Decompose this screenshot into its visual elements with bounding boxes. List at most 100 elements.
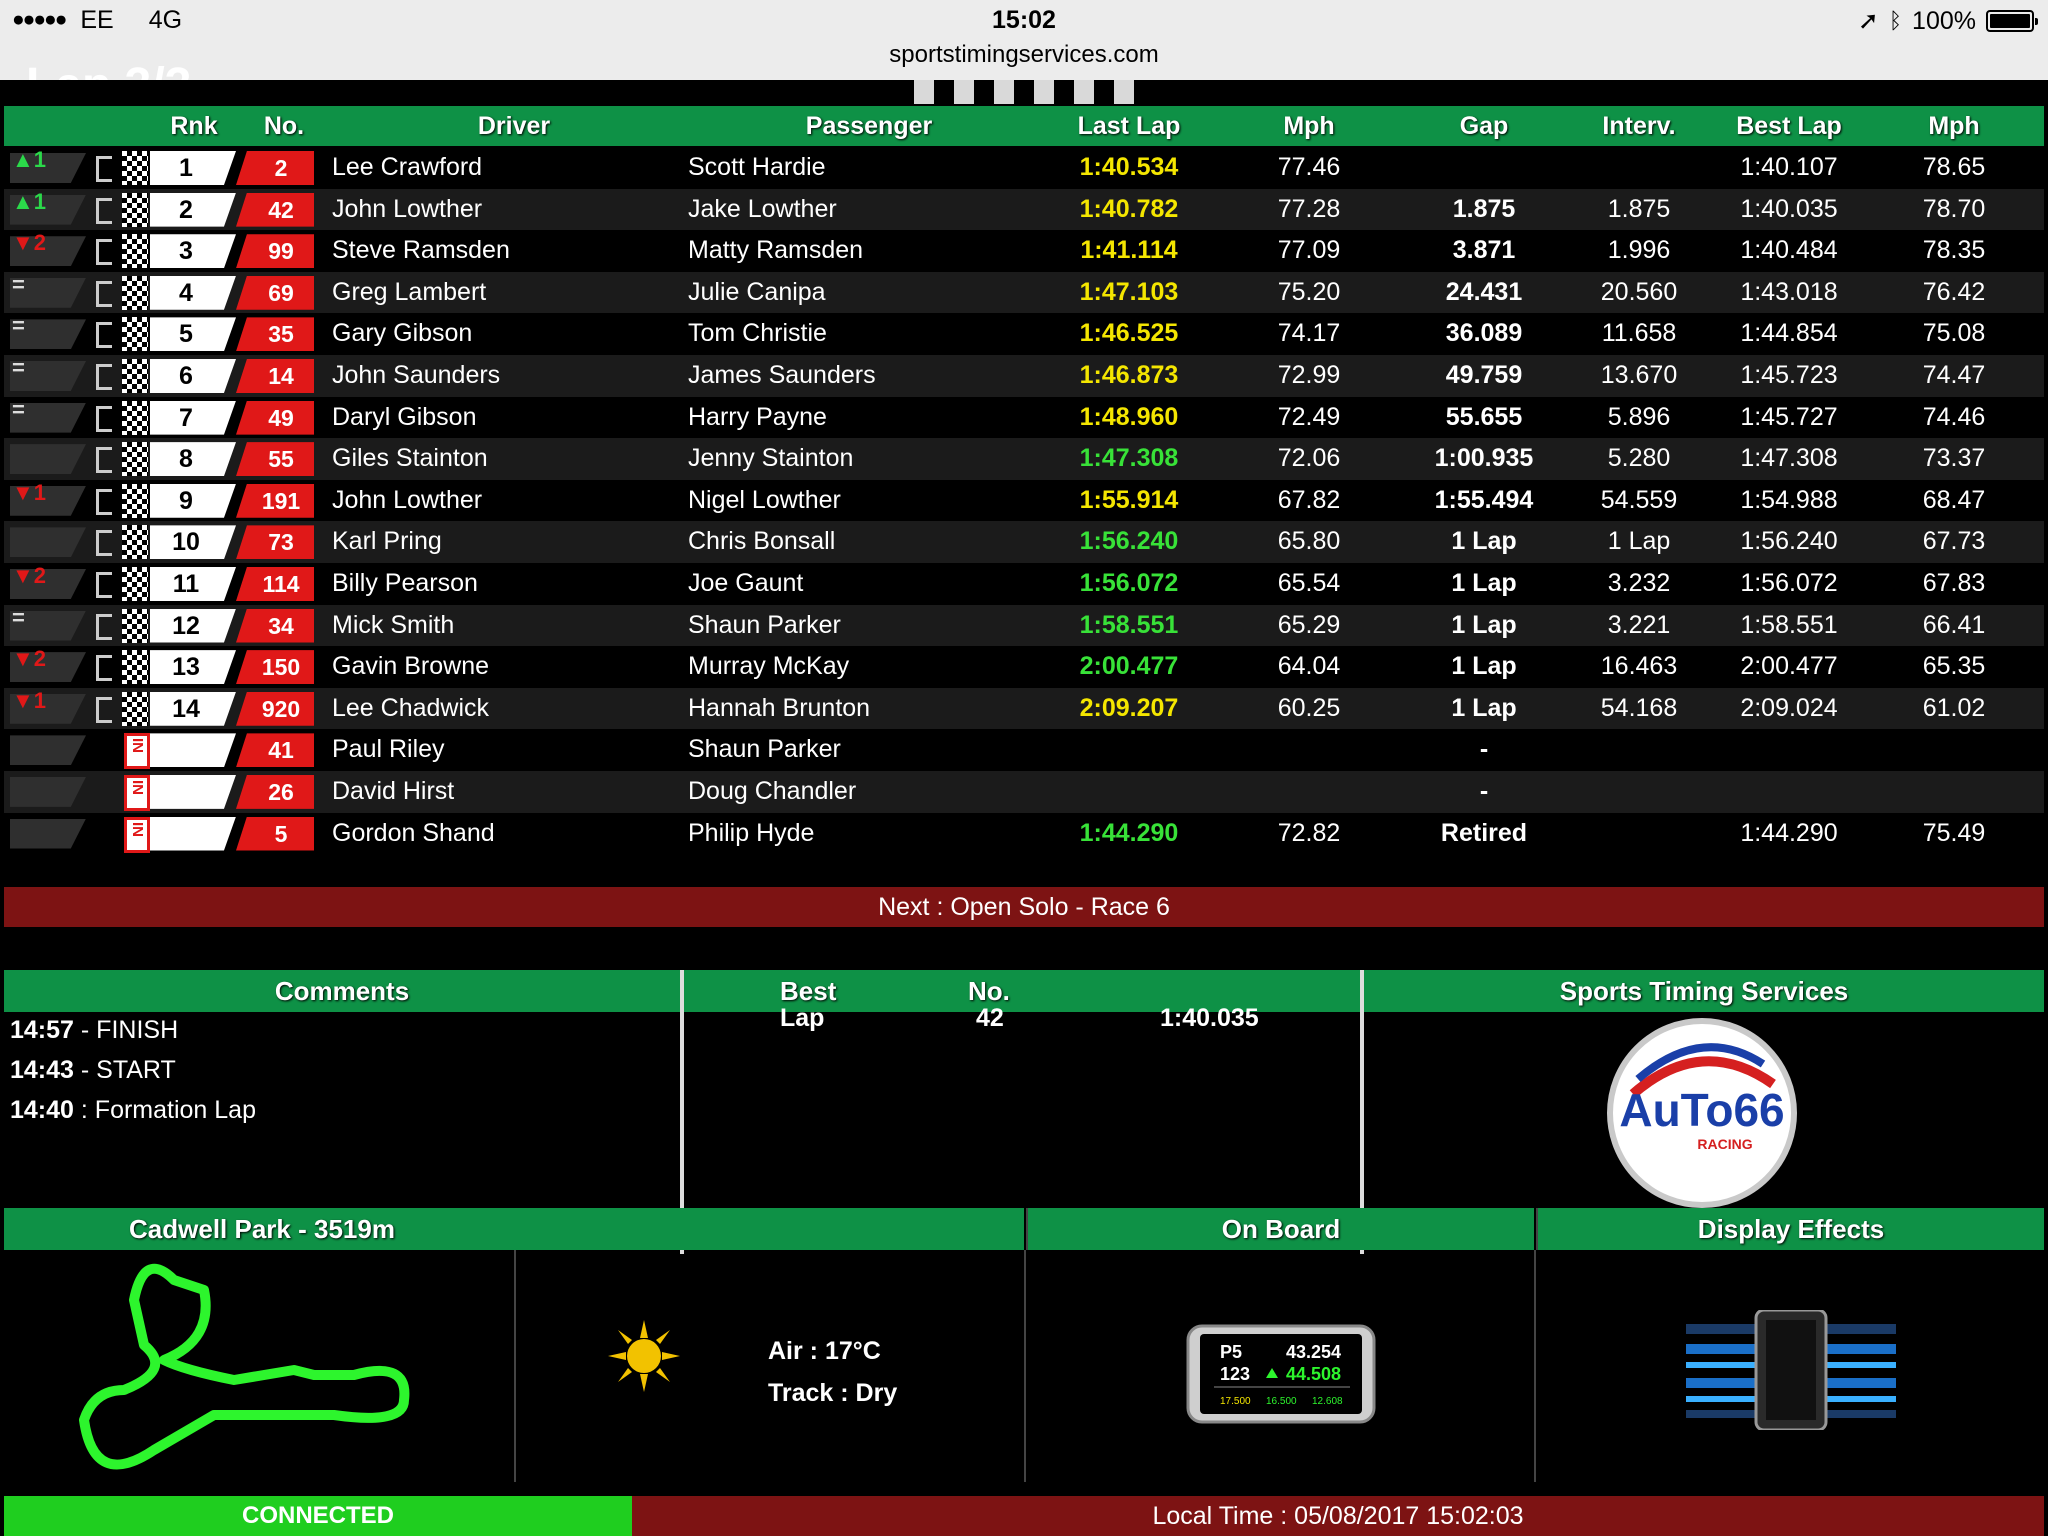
driver-name: Gary Gibson: [332, 319, 473, 348]
table-row: = 6 14 John Saunders James Saunders 1:46.873 7…: [4, 354, 2044, 397]
logo-subtitle: RACING: [1697, 1136, 1752, 1152]
interval: 5.896: [1607, 402, 1671, 431]
rank-box: 12: [150, 608, 236, 643]
display-effects-panel[interactable]: [1536, 1250, 2044, 1482]
best-lap-time: [1714, 771, 1864, 813]
car-number: 920: [236, 691, 314, 726]
last-lap-time: 1:44.290: [1079, 818, 1179, 847]
best-lap-mph: 67.83: [1922, 568, 1986, 597]
rank-box: 14: [150, 691, 236, 726]
in-pit-label: IN: [129, 738, 146, 754]
bracket-marker: [96, 239, 112, 266]
header-mph: Mph: [1283, 112, 1335, 140]
bracket-marker: [96, 280, 112, 307]
car-number: 150: [236, 650, 314, 685]
best-lap-time: 1:40.484: [1740, 236, 1838, 265]
interval: 1.996: [1607, 236, 1671, 265]
driver-name: John Lowther: [332, 485, 483, 514]
comments-header: Comments: [4, 970, 680, 1012]
best-lap-label: Lap: [780, 1004, 825, 1032]
results-table: ▲1 1 2 Lee Crawford Scott Hardie 1:40.534 77.4…: [4, 147, 2044, 854]
comment-separator: :: [73, 1096, 95, 1124]
comment-text: Formation Lap: [94, 1096, 256, 1124]
chequered-flag-icon: [122, 525, 148, 560]
best-lap-mph: 68.47: [1922, 485, 1986, 514]
position-change: ▼2: [12, 562, 47, 588]
comment-time: 14:57: [10, 1016, 74, 1044]
position-change-marker: [10, 776, 86, 807]
rank-box: [150, 816, 236, 851]
weather-header: [520, 1208, 1024, 1250]
onboard-panel[interactable]: P5 123 43.254 44.508 17.500 16.500 12.60…: [1026, 1250, 1536, 1482]
comment-text: START: [96, 1056, 176, 1084]
header-rnk: Rnk: [170, 112, 218, 140]
interval: [1574, 729, 1704, 771]
last-lap-mph: [1244, 729, 1374, 771]
best-lap-mph: 74.47: [1922, 360, 1986, 389]
track-header: Cadwell Park - 3519m: [4, 1208, 520, 1250]
table-row: = 7 49 Daryl Gibson Harry Payne 1:48.960 72.49…: [4, 397, 2044, 439]
interval: 1.875: [1607, 194, 1671, 223]
in-pit-flag: IN: [124, 774, 150, 811]
last-lap-mph: 77.09: [1277, 236, 1341, 265]
car-number: 49: [236, 400, 314, 435]
passenger-name: Philip Hyde: [688, 818, 815, 847]
best-lap-time: 1:58.551: [1740, 610, 1838, 639]
interval: [1574, 813, 1704, 855]
best-lap-mph: 78.65: [1922, 153, 1986, 181]
chequered-flag-icon: [122, 192, 148, 227]
last-lap-mph: 60.25: [1277, 693, 1341, 722]
table-row: ▼1 14 920 Lee Chadwick Hannah Brunton 2:09.20…: [4, 687, 2044, 730]
url-bar[interactable]: sportstimingservices.com: [0, 41, 2048, 69]
best-lap-time: 1:45.727: [1740, 402, 1838, 431]
last-lap-time: 1:40.534: [1079, 153, 1179, 181]
gap: 49.759: [1445, 360, 1523, 389]
rank-box: 6: [150, 358, 236, 393]
rank-box: 9: [150, 483, 236, 518]
table-row: IN 26 David Hirst Doug Chandler -: [4, 770, 2044, 813]
last-lap-mph: 65.80: [1277, 527, 1341, 556]
car-number: 41: [236, 733, 314, 768]
position-change: =: [12, 313, 25, 339]
last-lap-time: 1:40.782: [1079, 194, 1179, 223]
best-lap-time: 1:56.240: [1740, 527, 1838, 556]
rank-box: 7: [150, 400, 236, 435]
position-change: =: [12, 604, 25, 630]
comment-text: FINISH: [96, 1016, 179, 1044]
gap: Retired: [1440, 818, 1528, 847]
best-lap-mph: 74.46: [1922, 402, 1986, 431]
chequered-flag-icon: [122, 400, 148, 435]
last-lap-time: 1:46.525: [1079, 319, 1179, 348]
last-lap-mph: 64.04: [1277, 652, 1341, 681]
car-number: 42: [236, 192, 314, 227]
header-no: No.: [263, 112, 305, 140]
last-lap-time: 1:46.873: [1079, 360, 1179, 389]
last-lap-mph: 72.49: [1277, 402, 1341, 431]
last-lap-time: 1:47.103: [1079, 277, 1179, 306]
last-lap-mph: 72.99: [1277, 360, 1341, 389]
last-lap-time: 1:56.240: [1079, 527, 1179, 556]
driver-name: John Saunders: [332, 360, 501, 389]
driver-name: Lee Chadwick: [332, 693, 490, 722]
driver-name: David Hirst: [332, 776, 455, 805]
best-lap-mph: 73.37: [1922, 444, 1986, 473]
car-number: 55: [236, 442, 314, 477]
display-effects-icon[interactable]: [1686, 1310, 1896, 1430]
comment-time: 14:40: [10, 1096, 74, 1124]
last-lap-mph: 75.20: [1277, 277, 1341, 306]
car-number: 114: [236, 566, 314, 601]
chequered-flag-icon: [122, 650, 148, 685]
display-effects-header[interactable]: Display Effects: [1536, 1208, 2044, 1250]
chequered-flag-icon: [122, 608, 148, 643]
onboard-car-number: 123: [1220, 1364, 1250, 1384]
onboard-header[interactable]: On Board: [1026, 1208, 1534, 1250]
bracket-marker: [96, 197, 112, 224]
last-lap-time: 2:09.207: [1079, 693, 1179, 722]
header-gap: Gap: [1459, 112, 1509, 140]
onboard-sector-3: 12.608: [1312, 1396, 1343, 1407]
table-row: = 4 69 Greg Lambert Julie Canipa 1:47.103 75.2…: [4, 271, 2044, 314]
table-row: ▲1 2 42 John Lowther Jake Lowther 1:40.782 77.…: [4, 188, 2044, 231]
onboard-phone-icon[interactable]: P5 123 43.254 44.508 17.500 16.500 12.60…: [1186, 1324, 1376, 1424]
last-lap-time: 1:47.308: [1079, 444, 1179, 473]
driver-name: Steve Ramsden: [332, 236, 510, 265]
